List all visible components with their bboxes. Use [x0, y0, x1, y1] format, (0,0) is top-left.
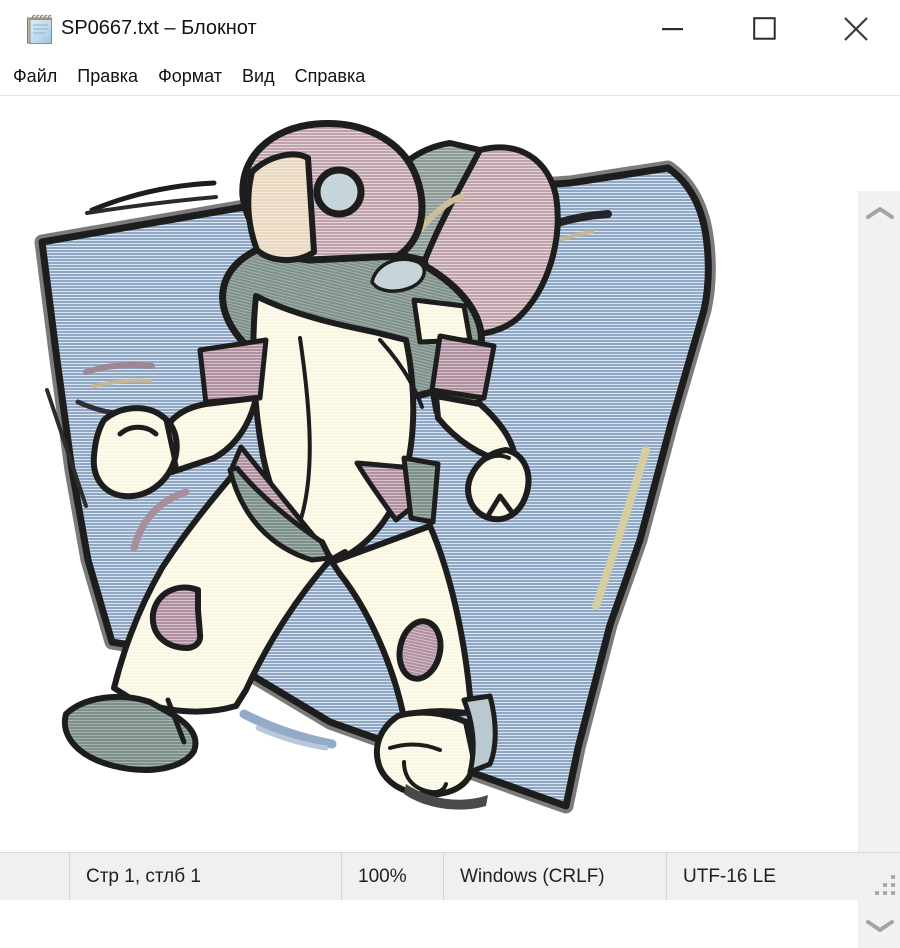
window-title: SP0667.txt – Блокнот — [61, 0, 257, 57]
close-button[interactable] — [810, 0, 900, 57]
status-cursor-position: Стр 1, стлб 1 — [69, 853, 341, 900]
notepad-icon — [25, 12, 55, 46]
menu-format[interactable]: Формат — [148, 66, 232, 87]
scroll-up-button[interactable] — [859, 191, 900, 235]
chevron-up-icon — [865, 206, 895, 220]
close-icon — [843, 16, 869, 42]
menu-help[interactable]: Справка — [285, 66, 376, 87]
helmet-ear — [317, 170, 361, 214]
maximize-button[interactable] — [718, 0, 810, 57]
chevron-down-icon — [865, 919, 895, 933]
minimize-button[interactable] — [626, 0, 718, 57]
status-line-ending: Windows (CRLF) — [443, 853, 666, 900]
title-bar[interactable]: SP0667.txt – Блокнот — [0, 0, 900, 57]
left-knee-patch — [153, 587, 200, 648]
text-editor-area[interactable] — [0, 95, 900, 852]
menu-bar: Файл Правка Формат Вид Справка — [0, 57, 900, 95]
minimize-icon — [662, 27, 683, 31]
face — [248, 154, 314, 260]
menu-edit[interactable]: Правка — [67, 66, 148, 87]
resize-grip[interactable] — [875, 875, 897, 897]
menu-file[interactable]: Файл — [3, 66, 67, 87]
vertical-scrollbar[interactable] — [858, 191, 900, 948]
status-zoom-level: 100% — [341, 853, 443, 900]
ascii-art-astronaut — [0, 95, 860, 852]
status-encoding: UTF-16 LE — [666, 853, 900, 900]
window-controls — [626, 0, 900, 57]
right-boot — [377, 713, 473, 795]
status-spacer — [0, 853, 69, 900]
status-bar: Стр 1, стлб 1 100% Windows (CRLF) UTF-16… — [0, 852, 900, 900]
scroll-down-button[interactable] — [859, 904, 900, 948]
menu-view[interactable]: Вид — [232, 66, 285, 87]
maximize-icon — [753, 17, 776, 40]
